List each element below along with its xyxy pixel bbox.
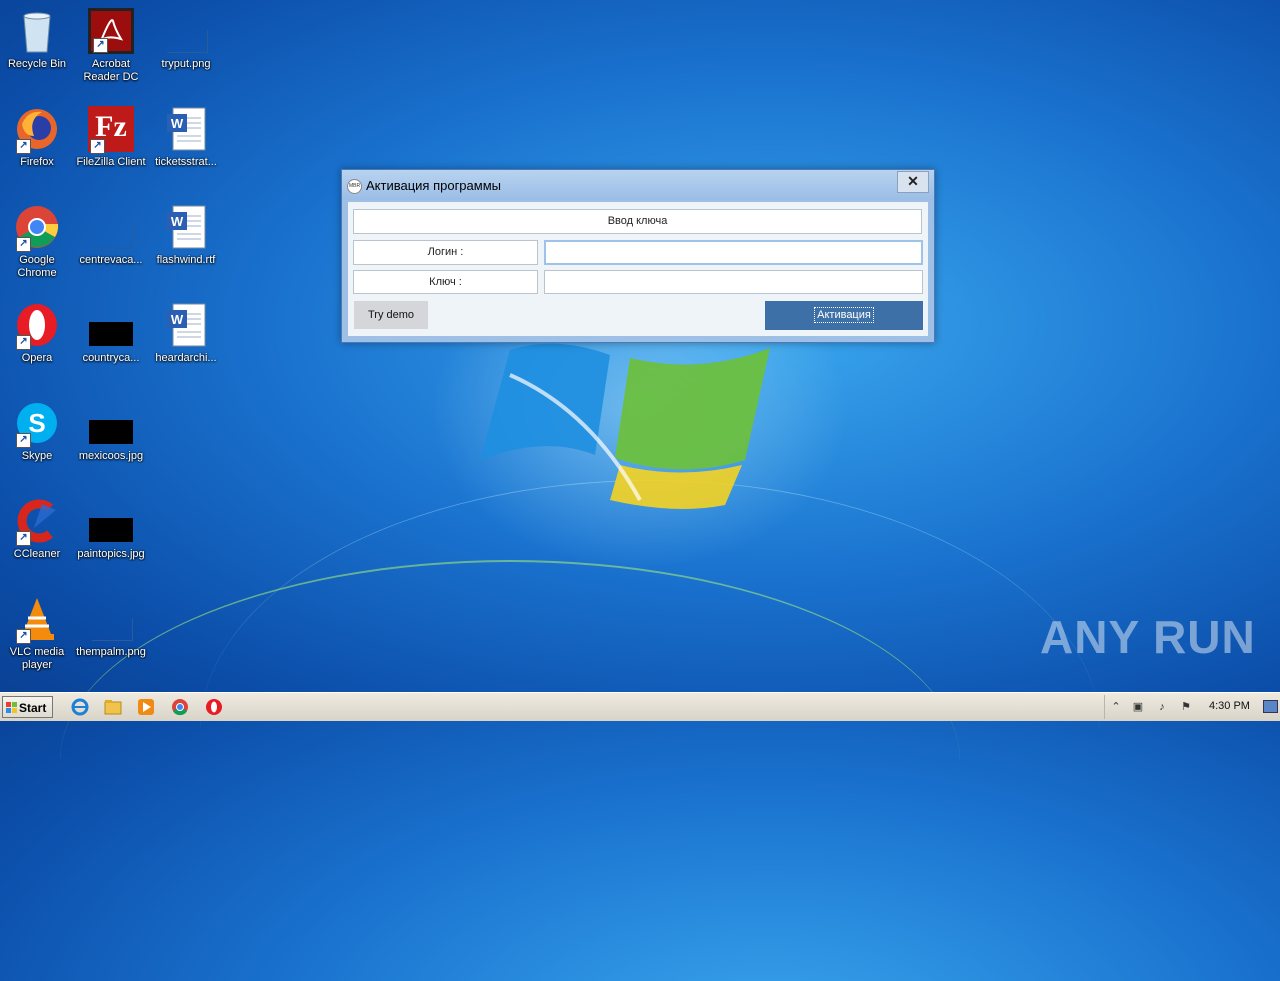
- filezilla-icon: Fz ↗: [88, 106, 134, 154]
- skype-icon: S ↗: [14, 400, 60, 448]
- desktop-icon-label: heardarchi...: [155, 352, 217, 364]
- desktop-icon-label: VLC media player: [9, 646, 65, 671]
- svg-text:W: W: [171, 312, 184, 327]
- desktop-icon-filezilla[interactable]: Fz ↗ FileZilla Client: [74, 106, 148, 169]
- internet-explorer-icon[interactable]: [71, 698, 89, 716]
- shortcut-arrow-icon: ↗: [16, 433, 31, 448]
- volume-icon[interactable]: ♪: [1155, 700, 1169, 714]
- svg-text:W: W: [171, 214, 184, 229]
- shortcut-arrow-icon: ↗: [16, 335, 31, 350]
- desktop-icon-vlc[interactable]: ↗ VLC media player: [0, 596, 74, 672]
- desktop-icon-firefox[interactable]: ↗ Firefox: [0, 106, 74, 169]
- activate-button[interactable]: Активация: [765, 301, 923, 330]
- windows-logo-wallpaper: [480, 343, 770, 509]
- word-doc-icon: W: [163, 106, 209, 152]
- system-tray: ⌃ ▣ ♪ ⚑ 4:30 PM: [1104, 695, 1280, 719]
- desktop-icon-label: Recycle Bin: [7, 58, 67, 70]
- desktop-icon-ticketsstrat[interactable]: W ticketsstrat...: [149, 106, 223, 169]
- shortcut-arrow-icon: ↗: [90, 139, 105, 154]
- image-file-icon: [88, 204, 134, 250]
- opera-icon[interactable]: [205, 698, 223, 716]
- ccleaner-icon: ↗: [14, 498, 60, 546]
- shortcut-arrow-icon: ↗: [16, 531, 31, 546]
- desktop-icon-label: centrevaca...: [79, 254, 143, 266]
- image-file-icon: [88, 596, 134, 642]
- login-label: Логин :: [353, 240, 538, 265]
- shortcut-arrow-icon: ↗: [16, 237, 31, 252]
- desktop-icon-acrobat[interactable]: ↗ Acrobat Reader DC: [74, 8, 148, 84]
- clock[interactable]: 4:30 PM: [1209, 700, 1250, 712]
- anyrun-watermark: ANY RUN: [1040, 611, 1256, 663]
- desktop-icon-paintopics[interactable]: paintopics.jpg: [74, 498, 148, 561]
- dialog-titlebar[interactable]: MBR Активация программы ✕: [342, 170, 934, 200]
- login-input[interactable]: [544, 240, 923, 265]
- desktop-icon-label: mexicoos.jpg: [78, 450, 144, 462]
- desktop-icon-label: Acrobat Reader DC: [83, 58, 139, 83]
- key-entry-header: Ввод ключа: [353, 209, 922, 234]
- acrobat-icon: ↗: [88, 8, 134, 54]
- desktop-icon-label: Skype: [21, 450, 53, 462]
- vlc-icon: ↗: [14, 596, 60, 644]
- windows-flag-icon: [6, 702, 17, 713]
- desktop-icon-skype[interactable]: S ↗ Skype: [0, 400, 74, 463]
- app-icon: MBR: [347, 179, 362, 194]
- desktop-icon-recycle-bin[interactable]: Recycle Bin: [0, 8, 74, 71]
- desktop-icon-label: countryca...: [82, 352, 140, 364]
- media-player-icon[interactable]: [137, 698, 155, 716]
- start-button[interactable]: Start: [2, 696, 53, 718]
- show-desktop-icon[interactable]: [1263, 700, 1278, 713]
- desktop-icon-label: Google Chrome: [17, 254, 57, 279]
- dialog-body: Ввод ключа Логин : Ключ : Try demo Актив…: [348, 202, 928, 336]
- word-doc-icon: W: [163, 302, 209, 348]
- desktop-icon-label: FileZilla Client: [76, 156, 146, 168]
- shortcut-arrow-icon: ↗: [93, 38, 108, 53]
- desktop-icon-countryca[interactable]: countryca...: [74, 302, 148, 365]
- firefox-icon: ↗: [14, 106, 60, 154]
- desktop-icon-chrome[interactable]: ↗ Google Chrome: [0, 204, 74, 280]
- dialog-title: Активация программы: [366, 178, 501, 193]
- taskbar: Start ⌃ ▣ ♪ ⚑ 4:30 PM: [0, 692, 1280, 721]
- desktop-icon-label: CCleaner: [13, 548, 61, 560]
- image-file-icon: [88, 302, 134, 348]
- activate-button-label: Активация: [814, 307, 874, 323]
- desktop-icon-centrevaca[interactable]: centrevaca...: [74, 204, 148, 267]
- close-button[interactable]: ✕: [897, 171, 929, 193]
- opera-icon: ↗: [14, 302, 60, 350]
- show-hidden-icons-icon[interactable]: ⌃: [1109, 700, 1123, 714]
- desktop-icon-label: paintopics.jpg: [77, 548, 145, 560]
- shortcut-arrow-icon: ↗: [16, 139, 31, 154]
- wallpaper-arc-green: [60, 560, 960, 962]
- activation-dialog: MBR Активация программы ✕ Ввод ключа Лог…: [341, 169, 935, 343]
- action-center-flag-icon[interactable]: ⚑: [1179, 700, 1193, 714]
- desktop-icon-label: flashwind.rtf: [156, 254, 216, 266]
- svg-text:W: W: [171, 116, 184, 131]
- recycle-bin-icon: [14, 8, 60, 54]
- start-label: Start: [19, 701, 47, 715]
- desktop-icon-ccleaner[interactable]: ↗ CCleaner: [0, 498, 74, 561]
- chrome-icon[interactable]: [171, 698, 189, 716]
- word-doc-icon: W: [163, 204, 209, 250]
- image-file-icon: [88, 498, 134, 544]
- desktop-icon-label: Opera: [21, 352, 53, 364]
- desktop-icon-flashwind[interactable]: W flashwind.rtf: [149, 204, 223, 267]
- desktop-icon-label: Firefox: [20, 156, 54, 168]
- network-icon[interactable]: ▣: [1131, 700, 1145, 714]
- desktop-icon-opera[interactable]: ↗ Opera: [0, 302, 74, 365]
- image-file-icon: [88, 400, 134, 446]
- image-file-icon: [163, 8, 209, 54]
- desktop-icon-label: tryput.png: [161, 58, 211, 70]
- desktop-icon-mexicoos[interactable]: mexicoos.jpg: [74, 400, 148, 463]
- desktop-icon-heardarchi[interactable]: W heardarchi...: [149, 302, 223, 365]
- key-input[interactable]: [544, 270, 923, 294]
- desktop-icon-tryput[interactable]: tryput.png: [149, 8, 223, 71]
- desktop-icon-label: thempalm.png: [76, 646, 146, 658]
- desktop-icon-thempalm[interactable]: thempalm.png: [74, 596, 148, 659]
- key-label: Ключ :: [353, 270, 538, 294]
- shortcut-arrow-icon: ↗: [16, 629, 31, 644]
- file-explorer-icon[interactable]: [104, 698, 122, 716]
- chrome-icon: ↗: [14, 204, 60, 252]
- try-demo-button[interactable]: Try demo: [354, 301, 428, 329]
- desktop-icon-label: ticketsstrat...: [155, 156, 217, 168]
